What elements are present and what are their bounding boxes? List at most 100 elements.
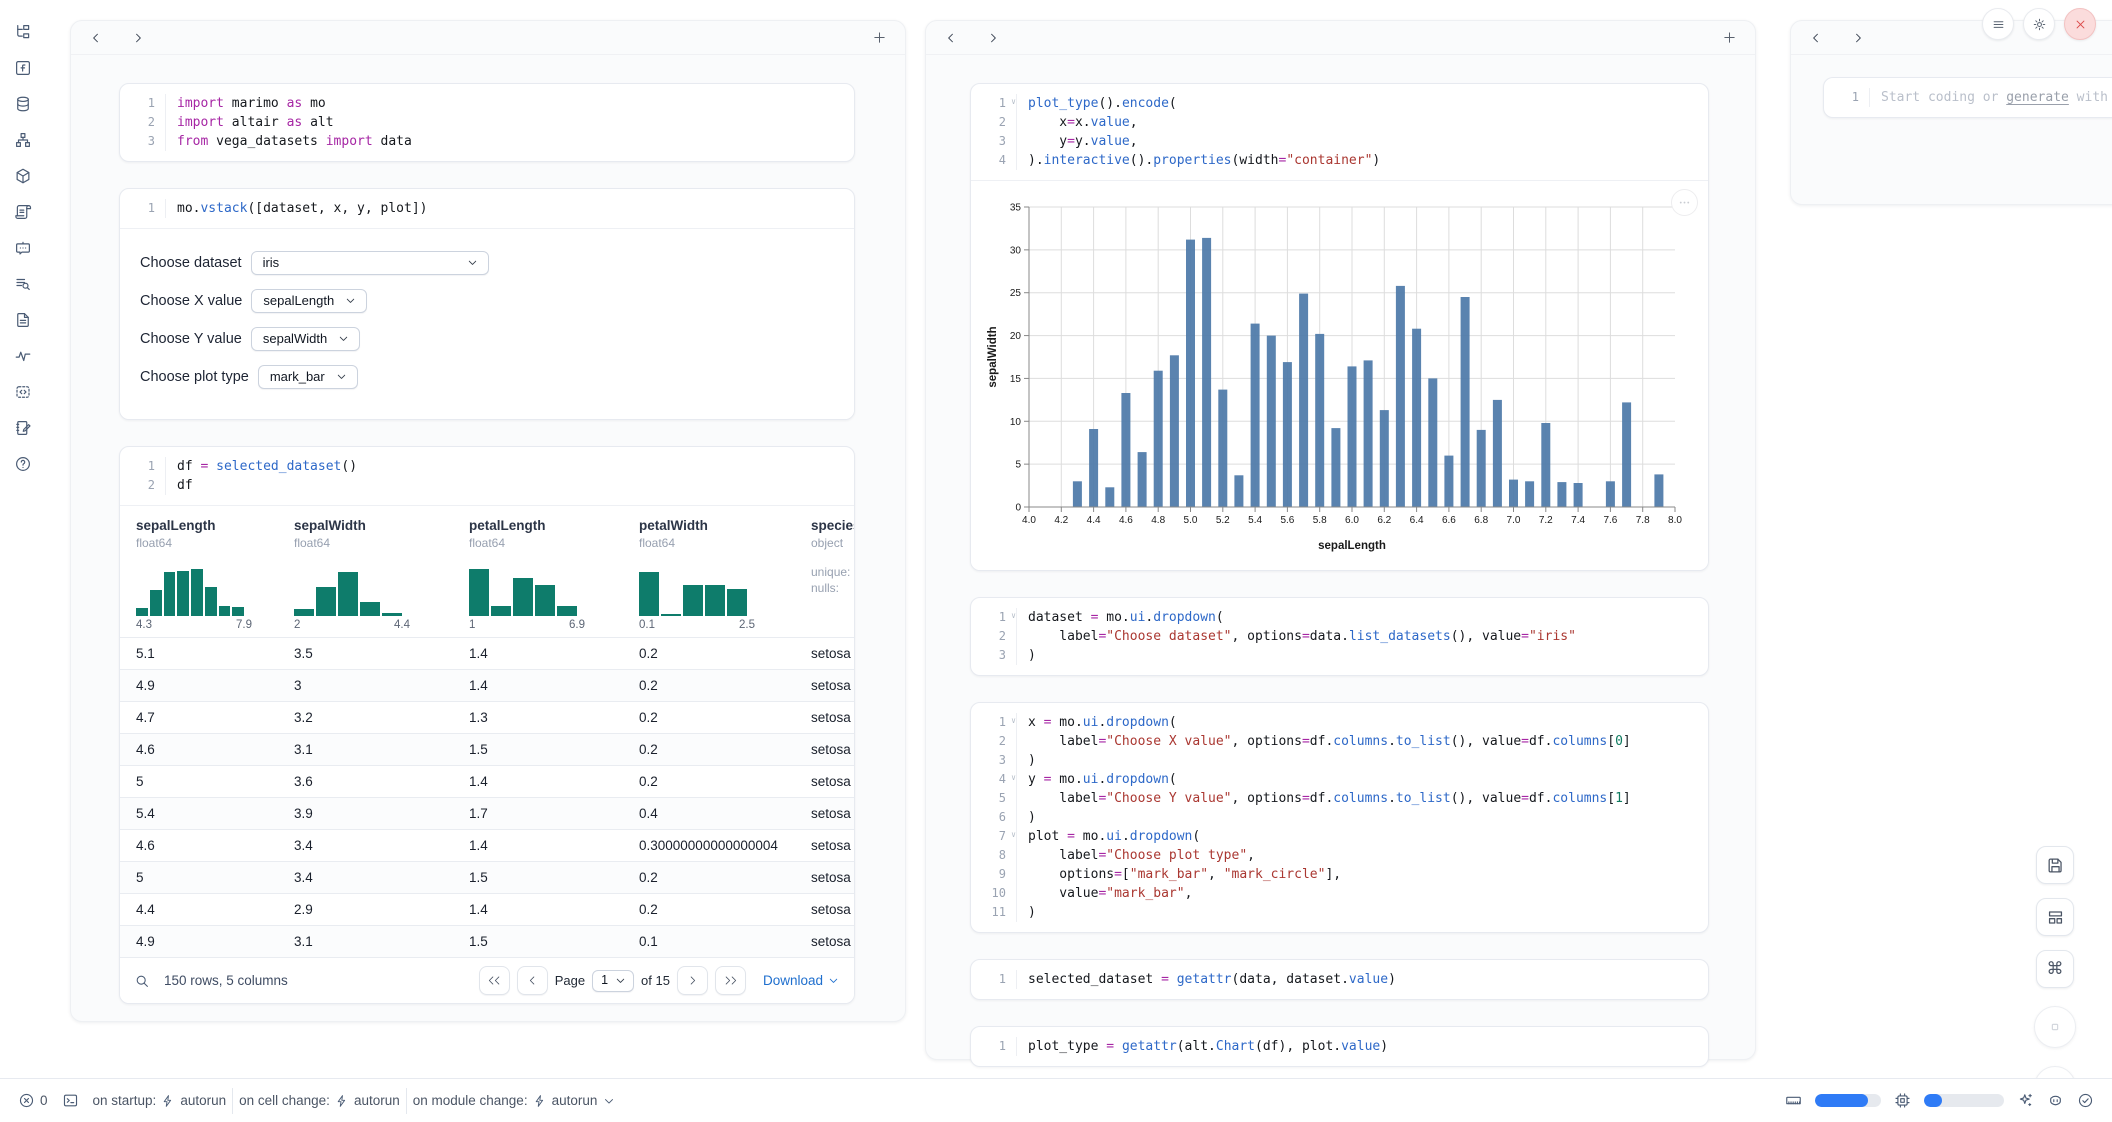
- sidebar-item-dependency-graph[interactable]: [14, 131, 32, 149]
- dropdown-select-choose-y-value[interactable]: sepalWidth: [251, 327, 360, 351]
- svg-text:10: 10: [1010, 417, 1022, 428]
- status-segment-3[interactable]: on module change:autorun: [413, 1093, 617, 1108]
- code-line: 2 x=x.value,: [977, 113, 1694, 132]
- code-line: 1plot_type = getattr(alt.Chart(df), plot…: [977, 1037, 1694, 1056]
- line-gutter: 7∨: [977, 827, 1017, 846]
- svg-text:30: 30: [1010, 245, 1022, 256]
- table-cell: setosa: [795, 925, 854, 957]
- bar-x-4.7: [1138, 452, 1147, 507]
- code-cell[interactable]: 1∨x = mo.ui.dropdown(2 label="Choose X v…: [970, 702, 1709, 933]
- stop-button[interactable]: [2034, 1006, 2076, 1048]
- table-cell: 3.9: [278, 797, 453, 829]
- copilot-icon[interactable]: [2047, 1092, 2064, 1109]
- code-editor[interactable]: 1Start coding or generate with: [1824, 78, 2112, 117]
- fold-chevron-icon[interactable]: ∨: [1011, 98, 1016, 106]
- command-palette-button[interactable]: ⌘: [2036, 950, 2074, 988]
- prev-page-button[interactable]: [517, 966, 548, 995]
- chevron-down-icon: [466, 256, 479, 269]
- add-column-icon[interactable]: [872, 30, 887, 45]
- altair-chart[interactable]: 4.04.24.44.64.85.05.25.45.65.86.06.26.46…: [971, 181, 1708, 570]
- sidebar-item-scratchpad[interactable]: [14, 419, 32, 437]
- code-editor[interactable]: 1∨dataset = mo.ui.dropdown(2 label="Choo…: [971, 598, 1708, 675]
- table-cell: 4.7: [120, 701, 278, 733]
- chevron-right-icon[interactable]: [131, 31, 145, 45]
- fold-chevron-icon[interactable]: ∨: [1011, 774, 1016, 782]
- chevron-right-icon[interactable]: [986, 31, 1000, 45]
- add-column-icon[interactable]: [1722, 30, 1737, 45]
- page-select[interactable]: 1: [592, 970, 634, 992]
- histogram-min: 4.3: [136, 619, 152, 631]
- menu-button[interactable]: [1982, 8, 2014, 40]
- save-button[interactable]: [2036, 846, 2074, 884]
- close-button[interactable]: [2064, 8, 2096, 40]
- sidebar-item-database[interactable]: [14, 95, 32, 113]
- check-circle-icon[interactable]: [2077, 1092, 2094, 1109]
- code-cell[interactable]: 1mo.vstack([dataset, x, y, plot])Choose …: [119, 188, 855, 420]
- code-cell[interactable]: 1import marimo as mo2import altair as al…: [119, 83, 855, 162]
- chart-menu-button[interactable]: [1671, 189, 1698, 216]
- histogram-bar: [338, 572, 358, 616]
- sidebar-item-script[interactable]: [14, 203, 32, 221]
- layout-button[interactable]: [2036, 898, 2074, 936]
- status-segment-2[interactable]: on cell change:autorun: [239, 1093, 400, 1108]
- sidebar-item-tracing[interactable]: [14, 347, 32, 365]
- svg-text:6.0: 6.0: [1345, 515, 1359, 526]
- sidebar-item-logs[interactable]: [14, 275, 32, 293]
- error-counter[interactable]: 0: [18, 1092, 48, 1109]
- dropdown-select-choose-plot-type[interactable]: mark_bar: [258, 365, 358, 389]
- chevron-down-icon: [344, 294, 357, 307]
- search-icon[interactable]: [134, 973, 150, 989]
- sidebar-item-file-tree[interactable]: [14, 23, 32, 41]
- column-meta: unique:: [811, 565, 844, 579]
- line-number: 1: [148, 199, 155, 218]
- terminal-icon[interactable]: [62, 1092, 79, 1109]
- code-cell[interactable]: 1plot_type = getattr(alt.Chart(df), plot…: [970, 1026, 1709, 1067]
- code-editor[interactable]: 1plot_type = getattr(alt.Chart(df), plot…: [971, 1027, 1708, 1066]
- code-text: value="mark_bar",: [1028, 884, 1192, 903]
- bar-x-6.1: [1364, 360, 1373, 507]
- hamburger-icon: [1991, 17, 2006, 32]
- error-count: 0: [40, 1093, 48, 1108]
- sidebar-item-package[interactable]: [14, 167, 32, 185]
- code-cell[interactable]: 1∨plot_type().encode(2 x=x.value,3 y=y.v…: [970, 83, 1709, 571]
- sidebar-item-document[interactable]: [14, 311, 32, 329]
- code-cell[interactable]: 1selected_dataset = getattr(data, datase…: [970, 959, 1709, 1000]
- svg-text:15: 15: [1010, 374, 1022, 385]
- code-cell[interactable]: 1∨dataset = mo.ui.dropdown(2 label="Choo…: [970, 597, 1709, 676]
- code-cell[interactable]: 1df = selected_dataset()2dfsepalLengthfl…: [119, 446, 855, 1004]
- code-line: 10 value="mark_bar",: [977, 884, 1694, 903]
- code-editor[interactable]: 1mo.vstack([dataset, x, y, plot]): [120, 189, 854, 228]
- code-editor[interactable]: 1selected_dataset = getattr(data, datase…: [971, 960, 1708, 999]
- code-editor[interactable]: 1import marimo as mo2import altair as al…: [120, 84, 854, 161]
- download-button[interactable]: Download: [763, 973, 840, 988]
- fold-chevron-icon[interactable]: ∨: [1011, 831, 1016, 839]
- settings-button[interactable]: [2023, 8, 2055, 40]
- status-segment-1[interactable]: on startup:autorun: [93, 1093, 227, 1108]
- dropdown-select-choose-dataset[interactable]: iris: [251, 251, 489, 275]
- first-page-button[interactable]: [479, 966, 510, 995]
- memory-icon: [1785, 1092, 1802, 1109]
- sidebar-item-snippets[interactable]: [14, 383, 32, 401]
- histogram-bars: [469, 564, 577, 616]
- sidebar-item-function[interactable]: [14, 59, 32, 77]
- chevron-right-icon[interactable]: [1851, 31, 1865, 45]
- sidebar-item-chat[interactable]: [14, 239, 32, 257]
- code-editor[interactable]: 1df = selected_dataset()2df: [120, 447, 854, 505]
- histogram-bar: [164, 572, 176, 616]
- table-cell: 4.6: [120, 733, 278, 765]
- sidebar-item-help[interactable]: [14, 455, 32, 473]
- last-page-button[interactable]: [715, 966, 746, 995]
- chevron-left-icon[interactable]: [89, 31, 103, 45]
- fold-chevron-icon[interactable]: ∨: [1011, 717, 1016, 725]
- histogram-bar: [469, 569, 489, 616]
- next-page-button[interactable]: [677, 966, 708, 995]
- code-editor[interactable]: 1∨plot_type().encode(2 x=x.value,3 y=y.v…: [971, 84, 1708, 180]
- sidebar-icon-rail: [0, 0, 46, 1078]
- chevron-left-icon[interactable]: [1809, 31, 1823, 45]
- fold-chevron-icon[interactable]: ∨: [1011, 612, 1016, 620]
- code-cell[interactable]: 1Start coding or generate with: [1823, 77, 2112, 118]
- dropdown-select-choose-x-value[interactable]: sepalLength: [251, 289, 367, 313]
- code-editor[interactable]: 1∨x = mo.ui.dropdown(2 label="Choose X v…: [971, 703, 1708, 932]
- sparkles-icon[interactable]: [2017, 1092, 2034, 1109]
- chevron-left-icon[interactable]: [944, 31, 958, 45]
